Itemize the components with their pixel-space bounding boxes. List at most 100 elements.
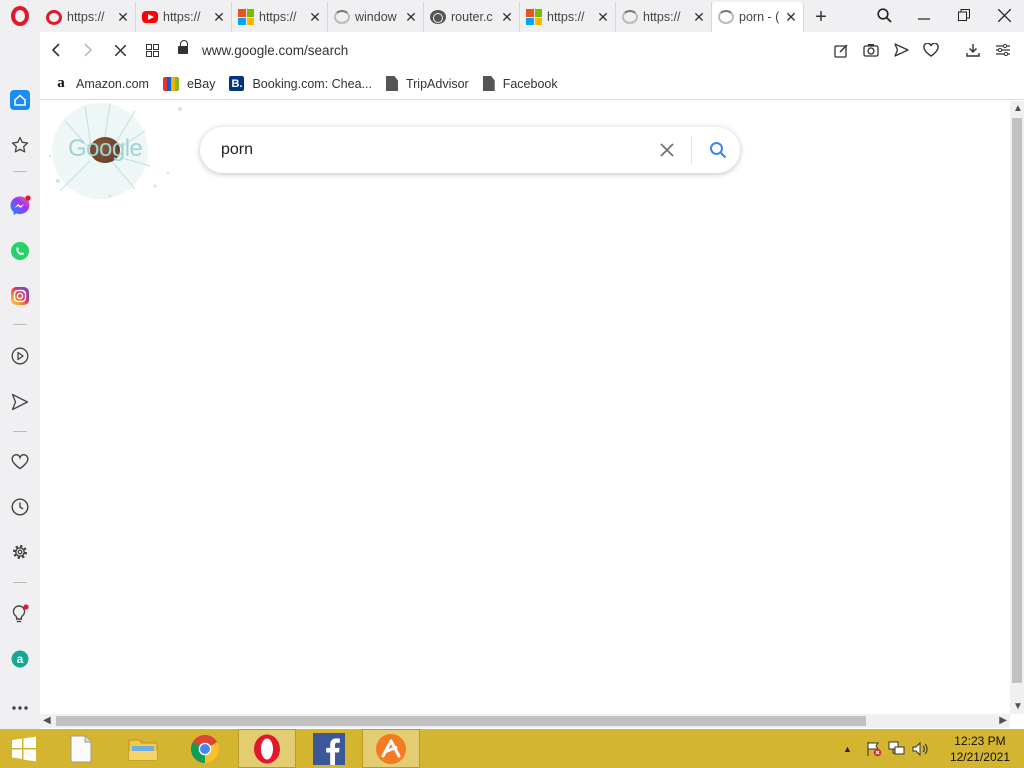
tab-title: https:// — [259, 10, 297, 24]
new-tab-button[interactable]: + — [804, 2, 838, 32]
sidebar-history-button[interactable] — [8, 495, 32, 519]
opera-logo-icon — [11, 6, 29, 26]
history-icon — [11, 498, 29, 516]
url-field[interactable]: www.google.com/search — [178, 40, 828, 58]
sidebar-speed-dial-button[interactable] — [8, 133, 32, 157]
camera-icon — [863, 44, 879, 57]
taskbar-clock[interactable]: 12:23 PM 12/21/2021 — [950, 733, 1010, 765]
horizontal-scrollbar[interactable]: ◀ ▶ — [40, 714, 1010, 728]
show-hidden-icons-icon[interactable]: ▲ — [843, 744, 852, 754]
sidebar-aria-button[interactable]: a — [8, 647, 32, 671]
sidebar-messenger-button[interactable] — [8, 194, 32, 218]
vertical-scrollbar[interactable]: ▲ ▼ — [1010, 101, 1024, 714]
tab-close-icon[interactable]: ✕ — [501, 9, 513, 26]
tab-close-icon[interactable]: ✕ — [213, 9, 225, 26]
chrome-icon — [191, 734, 219, 763]
bookmarks-bar: a Amazon.com eBay B. Booking.com: Chea..… — [40, 68, 1024, 100]
close-window-button[interactable] — [984, 0, 1024, 30]
scroll-down-icon[interactable]: ▼ — [1013, 701, 1023, 712]
taskbar-notepad[interactable] — [52, 729, 110, 768]
search-button[interactable] — [696, 130, 740, 170]
loading-icon — [718, 10, 734, 24]
tab-5[interactable]: router.c ✕ — [424, 2, 520, 32]
taskbar-facebook[interactable] — [300, 729, 358, 768]
scroll-right-icon[interactable]: ▶ — [999, 715, 1007, 726]
bookmark-ebay[interactable]: eBay — [162, 76, 215, 91]
tab-3[interactable]: https:// ✕ — [232, 2, 328, 32]
download-icon — [966, 44, 980, 57]
restore-button[interactable] — [944, 0, 984, 30]
taskbar-file-explorer[interactable] — [114, 729, 172, 768]
tab-title: router.c — [451, 10, 493, 24]
taskbar-opera[interactable] — [238, 729, 296, 768]
scroll-up-icon[interactable]: ▲ — [1013, 103, 1023, 114]
facebook-icon — [313, 732, 345, 765]
snapshot-edit-button[interactable] — [828, 37, 854, 63]
tab-close-icon[interactable]: ✕ — [405, 9, 417, 26]
search-icon — [710, 142, 727, 159]
close-icon — [660, 143, 674, 157]
web-page: Google porn — [40, 101, 1010, 714]
tab-search-button[interactable] — [864, 0, 904, 30]
tab-7[interactable]: https:// ✕ — [616, 2, 712, 32]
back-button[interactable] — [40, 34, 72, 66]
sidebar-bookmarks-button[interactable] — [8, 450, 32, 474]
bookmark-label: Booking.com: Chea... — [252, 76, 372, 91]
youtube-icon — [142, 11, 158, 23]
easy-setup-button[interactable] — [990, 37, 1016, 63]
bookmark-booking[interactable]: B. Booking.com: Chea... — [229, 76, 372, 91]
send-button[interactable] — [888, 37, 914, 63]
search-icon — [876, 7, 892, 23]
horizontal-scroll-thumb[interactable] — [56, 716, 866, 726]
tab-close-icon[interactable]: ✕ — [785, 9, 797, 26]
stop-button[interactable] — [104, 34, 136, 66]
search-input[interactable]: porn — [221, 141, 647, 159]
tab-4[interactable]: window ✕ — [328, 2, 424, 32]
microsoft-icon — [238, 9, 254, 25]
bookmark-label: Amazon.com — [76, 76, 149, 91]
heart-icon — [923, 43, 939, 57]
home-icon — [10, 90, 30, 110]
tab-6[interactable]: https:// ✕ — [520, 2, 616, 32]
sidebar-whatsapp-button[interactable] — [8, 239, 32, 263]
sidebar-instagram-button[interactable] — [8, 284, 32, 308]
clear-search-button[interactable] — [647, 130, 687, 170]
taskbar-avast[interactable] — [362, 729, 420, 768]
bookmark-amazon[interactable]: a Amazon.com — [54, 75, 149, 92]
network-icon — [888, 741, 905, 754]
tab-8-active[interactable]: porn - ( ✕ — [712, 2, 804, 32]
tab-close-icon[interactable]: ✕ — [117, 9, 129, 26]
search-box[interactable]: porn — [200, 127, 740, 173]
camera-button[interactable] — [858, 37, 884, 63]
tab-2[interactable]: https:// ✕ — [136, 2, 232, 32]
tab-1[interactable]: https:// ✕ — [40, 2, 136, 32]
amazon-icon: a — [57, 75, 65, 91]
opera-icon — [46, 9, 62, 25]
minimize-icon — [918, 18, 930, 20]
speed-dial-button[interactable] — [136, 34, 168, 66]
tab-title: https:// — [547, 10, 585, 24]
bookmark-heart-button[interactable] — [918, 37, 944, 63]
tab-close-icon[interactable]: ✕ — [597, 9, 609, 26]
tab-close-icon[interactable]: ✕ — [693, 9, 705, 26]
bookmark-tripadvisor[interactable]: TripAdvisor — [385, 76, 469, 91]
tab-close-icon[interactable]: ✕ — [309, 9, 321, 26]
taskbar-chrome[interactable] — [176, 729, 234, 768]
whatsapp-icon — [11, 242, 29, 260]
sidebar-tips-button[interactable] — [8, 602, 32, 626]
opera-menu-button[interactable] — [0, 0, 40, 32]
vertical-scroll-thumb[interactable] — [1012, 118, 1022, 683]
system-tray: ▲ 12:23 PM 12/21/2021 — [843, 729, 1024, 768]
forward-button[interactable] — [72, 34, 104, 66]
minimize-button[interactable] — [904, 0, 944, 30]
google-doodle[interactable]: Google — [40, 101, 190, 206]
downloads-button[interactable] — [960, 37, 986, 63]
scroll-left-icon[interactable]: ◀ — [43, 715, 51, 726]
sidebar-player-button[interactable] — [8, 344, 32, 368]
start-button[interactable] — [0, 729, 48, 768]
sidebar-home-button[interactable] — [8, 88, 32, 112]
sidebar-my-flow-button[interactable] — [8, 390, 32, 414]
bookmark-facebook[interactable]: Facebook — [482, 76, 558, 91]
sidebar-settings-button[interactable] — [8, 540, 32, 564]
sidebar-more-button[interactable] — [8, 696, 32, 720]
